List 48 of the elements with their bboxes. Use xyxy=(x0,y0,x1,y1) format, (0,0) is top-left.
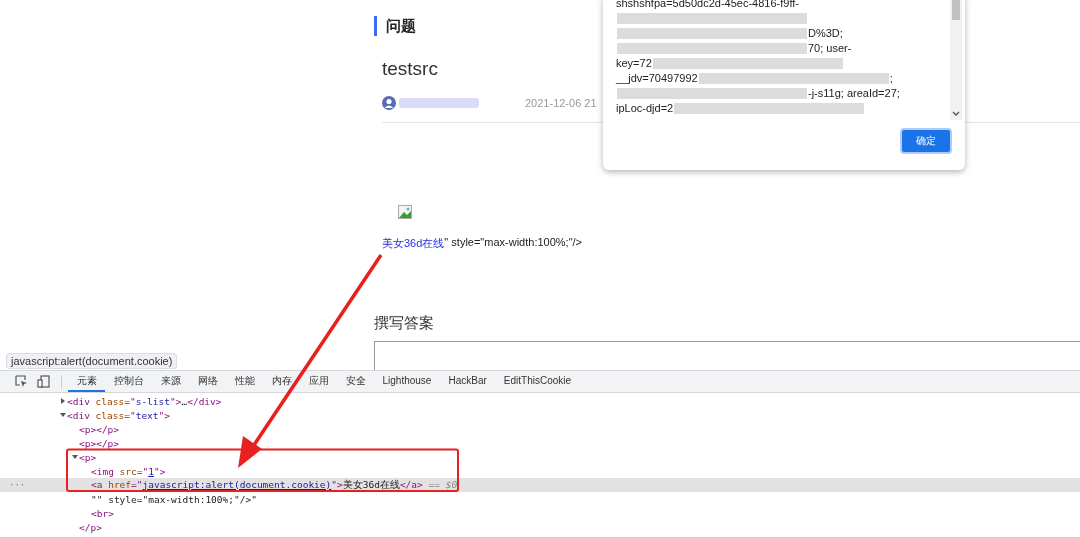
devtools-tab[interactable]: 网络 xyxy=(189,371,226,392)
code-line: <p></p> xyxy=(79,437,120,449)
code-line: <img src="1"> xyxy=(91,465,166,477)
cookie-text: shshshfpa=5d50dc2d-45ec-4816-f9ff- xyxy=(616,0,799,11)
scrollbar-thumb[interactable] xyxy=(952,0,960,20)
cookie-text: 70; user- xyxy=(808,41,852,56)
answer-heading: 撰写答案 xyxy=(374,313,434,333)
avatar-icon xyxy=(382,96,396,110)
ok-button[interactable]: 确定 xyxy=(900,128,952,154)
device-toggle-icon[interactable] xyxy=(37,375,50,388)
code-line: <div class="s-list">…</div> xyxy=(67,395,222,407)
devtools-tab[interactable]: Lighthouse xyxy=(374,371,440,392)
expand-triangle-icon[interactable] xyxy=(60,398,66,404)
devtools-tab[interactable]: 安全 xyxy=(337,371,374,392)
link-tooltip: javascript:alert(document.cookie) xyxy=(6,353,178,369)
code-line: <p></p> xyxy=(79,423,120,435)
inspect-icon[interactable] xyxy=(15,375,28,388)
code-line: <br> xyxy=(91,507,114,519)
cookie-text: key=72 xyxy=(616,56,652,71)
row-menu-dots[interactable]: ··· xyxy=(9,480,26,490)
devtools-tab[interactable]: 性能 xyxy=(226,371,263,392)
devtools-tab[interactable]: HackBar xyxy=(439,371,496,392)
devtools-tab[interactable]: 内存 xyxy=(263,371,300,392)
question-title: testsrc xyxy=(382,57,438,81)
devtools-tab[interactable]: 元素 xyxy=(68,371,105,392)
devtools-tab[interactable]: EditThisCookie xyxy=(495,371,580,392)
devtools-tab[interactable]: 控制台 xyxy=(105,371,152,392)
post-date: 2021-12-06 21 xyxy=(525,97,597,109)
post-text: " style="max-width:100%;"/> xyxy=(444,236,583,250)
code-line: "" style="max-width:100%;"/>" xyxy=(91,493,257,505)
cookie-text: ; xyxy=(889,71,893,86)
cookie-text: -j-s11g; areaId=27; xyxy=(808,86,900,101)
collapse-triangle-icon[interactable] xyxy=(60,412,66,418)
collapse-triangle-icon[interactable] xyxy=(72,454,78,460)
cookie-text: __jdv=70497992 xyxy=(616,71,698,86)
post-link[interactable]: 美女36d在线 xyxy=(382,236,445,251)
devtools-tab[interactable]: 应用 xyxy=(300,371,337,392)
scrollbar[interactable] xyxy=(950,0,962,120)
scroll-down-icon[interactable] xyxy=(952,111,960,117)
section-title: 问题 xyxy=(374,16,416,36)
cookie-text: D%3D; xyxy=(808,26,843,41)
cookie-text: ipLoc-djd=2 xyxy=(616,101,674,116)
code-line: <p> xyxy=(79,451,97,463)
broken-image-icon xyxy=(398,205,412,219)
code-line: <a href="javascript:alert(document.cookie)">美女36d在线</a> == $0 xyxy=(91,478,458,492)
code-line: </p> xyxy=(79,521,102,533)
code-line: <div class="text"> xyxy=(67,409,170,421)
devtools-tab[interactable]: 来源 xyxy=(152,371,189,392)
